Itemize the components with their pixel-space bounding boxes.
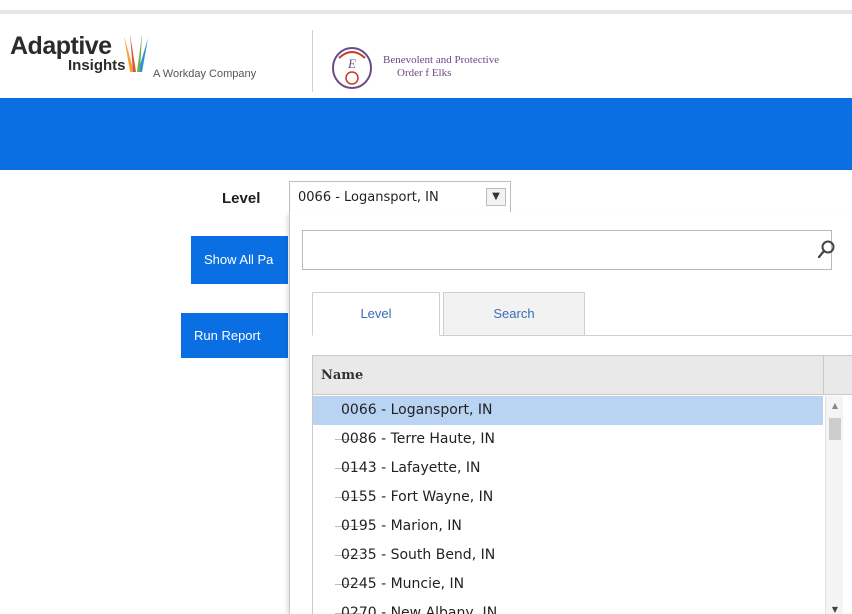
level-select-value: 0066 - Logansport, IN (298, 190, 439, 205)
level-label: Level (222, 190, 261, 207)
level-dropdown-panel: Level Search Name 0066 - Logansport, IN … (289, 212, 852, 614)
partner-name-line2: Order f Elks (397, 67, 452, 79)
list-item[interactable]: 0195 - Marion, IN (313, 512, 823, 541)
list-item-label: 0245 - Muncie, IN (341, 576, 465, 592)
list-item-label: 0086 - Terre Haute, IN (341, 431, 495, 447)
list-item[interactable]: 0235 - South Bend, IN (313, 541, 823, 570)
search-icon[interactable] (815, 239, 837, 261)
list-item[interactable]: 0086 - Terre Haute, IN (313, 425, 823, 454)
list-item-label: 0155 - Fort Wayne, IN (341, 489, 494, 505)
scroll-thumb[interactable] (829, 418, 841, 440)
list-item[interactable]: 0066 - Logansport, IN (313, 396, 823, 425)
list-item[interactable]: 0270 - New Albany, IN (313, 599, 823, 614)
partner-name: Benevolent and Protective Order f Elks (383, 54, 573, 80)
grid-header-divider (823, 356, 824, 395)
search-input[interactable] (309, 239, 789, 261)
list-item-label: 0195 - Marion, IN (341, 518, 462, 534)
grid-header: Name (313, 356, 852, 395)
tab-search[interactable]: Search (443, 292, 585, 336)
list-item[interactable]: 0143 - Lafayette, IN (313, 454, 823, 483)
brand-secondary: Insights (68, 57, 126, 74)
list-item-label: 0066 - Logansport, IN (341, 402, 493, 418)
list-item-label: 0143 - Lafayette, IN (341, 460, 481, 476)
run-report-button[interactable]: Run Report (181, 313, 288, 358)
list-item[interactable]: 0155 - Fort Wayne, IN (313, 483, 823, 512)
list-item-label: 0270 - New Albany, IN (341, 605, 498, 614)
blue-banner (0, 98, 852, 170)
arrow-down-icon[interactable]: ▼ (826, 602, 844, 614)
brand-mark-icon (124, 34, 148, 72)
grid-scrollbar[interactable]: ▲ ▼ (825, 396, 843, 614)
brand-tagline: A Workday Company (153, 68, 257, 80)
level-select[interactable]: 0066 - Logansport, IN ▼ (289, 181, 511, 213)
show-all-button[interactable]: Show All Pa (191, 236, 288, 284)
search-field (302, 230, 835, 270)
header-divider (312, 30, 313, 92)
grid-rows: 0066 - Logansport, IN 0086 - Terre Haute… (313, 396, 823, 614)
svg-text:E: E (347, 56, 356, 71)
chevron-down-icon[interactable]: ▼ (486, 188, 506, 206)
elks-emblem-icon: E (332, 47, 372, 89)
list-item-label: 0235 - South Bend, IN (341, 547, 496, 563)
header: Adaptive Insights A Workday Company E Be… (0, 14, 852, 98)
column-header-name[interactable]: Name (321, 368, 363, 383)
arrow-up-icon[interactable]: ▲ (826, 398, 844, 414)
list-item[interactable]: 0245 - Muncie, IN (313, 570, 823, 599)
tab-level[interactable]: Level (312, 292, 440, 336)
partner-name-line1: Benevolent and Protective (383, 54, 500, 66)
level-grid: Name 0066 - Logansport, IN 0086 - Terre … (312, 355, 852, 614)
adaptive-insights-logo: Adaptive Insights A Workday Company (10, 30, 310, 90)
